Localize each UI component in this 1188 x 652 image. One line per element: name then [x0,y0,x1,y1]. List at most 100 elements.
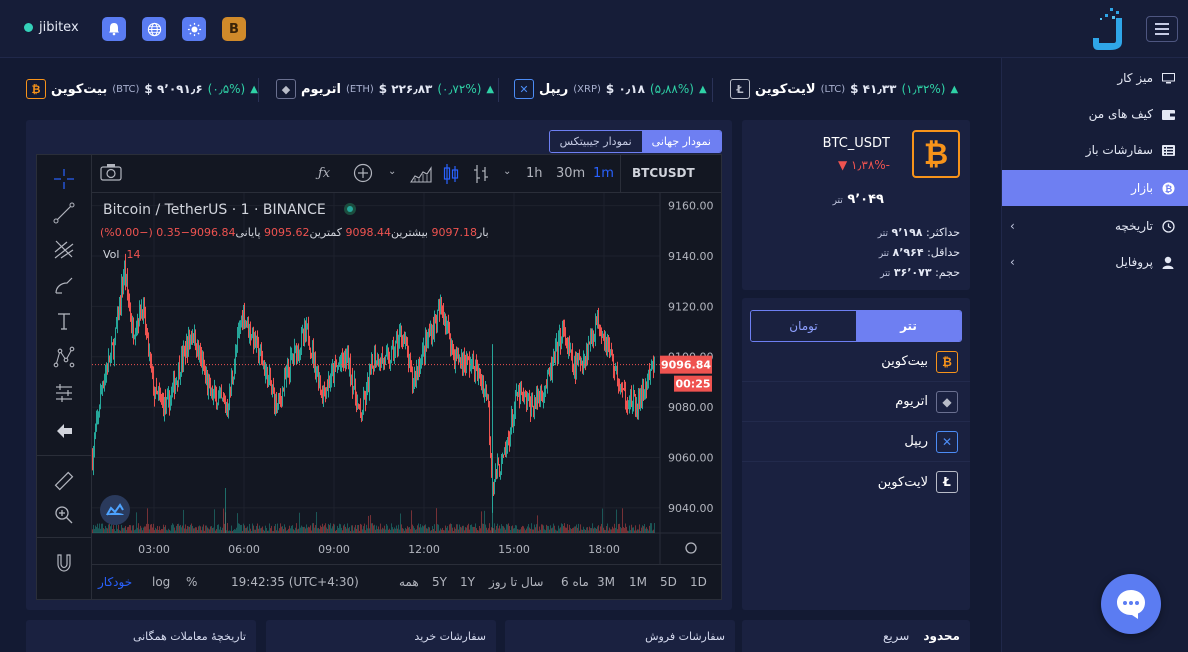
range-3m[interactable]: 3M [597,575,615,589]
interval-1m[interactable]: 1m [593,166,614,181]
compare-icon[interactable] [353,163,373,187]
symbol-search[interactable]: BTCUSDT [632,166,695,180]
tab-global-chart[interactable]: نمودار جهانی [641,131,721,152]
gear-icon[interactable] [685,542,697,554]
zoom-in-icon[interactable] [49,501,79,529]
volume-bar [260,528,261,533]
menu-toggle-button[interactable] [1146,16,1178,42]
clock-display[interactable]: 19:42:35 (UTC+4:30) [231,575,359,589]
volume-bar [537,515,538,533]
interval-1h[interactable]: 1h [526,166,543,181]
volume-bar [602,508,603,533]
range-1y[interactable]: 1Y [460,575,475,589]
crosshair-icon[interactable] [49,165,79,193]
trend-line-icon[interactable] [49,199,79,227]
volume-bar [433,528,434,533]
ticker-item-ltc[interactable]: Ł لایت‌کوین (LTC) $ ۴۱٫۳۳ (۱٫۳۲%) ▲ [730,78,958,100]
volume-bar [322,523,323,533]
range-6m[interactable]: 6 ماه [561,575,589,589]
volume-bar [102,523,103,533]
ticker-price: $ ۹٬۰۹۱٫۶ [144,82,203,96]
camera-icon[interactable] [100,163,122,185]
volume-bar [193,528,194,533]
tab-toman[interactable]: تومان [751,311,856,341]
tab-trade-history[interactable]: تاریخچهٔ معاملات همگانی [26,620,256,652]
tab-sell-orders[interactable]: سفارشات فروش [505,620,735,652]
bars-icon[interactable] [472,163,490,189]
log-scale-toggle[interactable]: log [152,575,170,589]
ticker-item-xrp[interactable]: ✕ ریپل (XRP) $ ۰٫۱۸ (۵٫۸۸%) ▲ [514,78,707,100]
arrow-left-icon[interactable] [49,417,79,445]
volume-bar [483,523,484,533]
brand[interactable]: jibitex [24,20,79,35]
ruler-icon[interactable] [49,467,79,495]
volume-bar [226,530,227,533]
price-chart[interactable]: 9160.009140.009120.009100.009080.009060.… [92,193,722,564]
indicators-icon[interactable]: ƒx [318,166,330,181]
bitcoin-b-icon[interactable]: B [222,17,246,41]
volume-bar [534,524,535,533]
sidebar-item-open-orders[interactable]: سفارشات باز [1002,132,1188,168]
range-1d[interactable]: 1D [690,575,707,589]
sidebar-item-history[interactable]: ‹ تاریخچه [1002,208,1188,244]
range-5d[interactable]: 5D [660,575,677,589]
volume-bar [95,525,96,533]
sidebar-item-market[interactable]: بازار ₿ [1002,170,1188,206]
ticker-change: (۰٫۷۲%) [437,82,482,96]
pitchfork-icon[interactable] [49,235,79,263]
tab-buy-orders[interactable]: سفارشات خرید [266,620,496,652]
quote-currency-toggle: تومان تتر [750,310,962,342]
candles-icon[interactable] [442,163,460,189]
range-1m[interactable]: 1M [629,575,647,589]
support-chat-button[interactable] [1101,574,1161,634]
ticker-change: (۱٫۳۲%) [901,82,946,96]
interval-30m[interactable]: 30m [556,166,585,181]
volume-bar [344,524,345,533]
jibitex-logo-icon[interactable] [1092,8,1126,50]
tradingview-logo-icon[interactable] [100,495,130,525]
tab-fast[interactable]: سریع [883,629,909,643]
percent-scale-toggle[interactable]: % [186,575,197,589]
ripple-icon: ✕ [514,79,534,99]
range-all[interactable]: همه [399,575,419,589]
area-chart-icon[interactable] [409,165,432,187]
auto-scale-toggle[interactable]: خودکار [98,575,132,589]
range-5y[interactable]: 5Y [432,575,447,589]
forecast-icon[interactable] [49,379,79,407]
range-ytd[interactable]: سال تا روز [489,575,543,589]
tab-limit[interactable]: محدود [923,629,960,643]
pattern-icon[interactable] [49,343,79,371]
sidebar-item-wallets[interactable]: کیف های من [1002,96,1188,132]
ticker-item-btc[interactable]: ₿ بیت‌کوین (BTC) $ ۹٬۰۹۱٫۶ (۰٫۵%) ▲ [26,78,258,100]
sun-icon[interactable] [182,17,206,41]
text-icon[interactable] [49,307,79,335]
sidebar-item-profile[interactable]: ‹ پروفایل [1002,244,1188,280]
ticker-item-eth[interactable]: ◆ اتریوم (ETH) $ ۲۲۶٫۸۳ (۰٫۷۲%) ▲ [276,78,494,100]
market-row-ltc[interactable]: لایت‌کوین Ł [742,462,970,502]
globe-icon[interactable] [142,17,166,41]
magnet-icon[interactable] [49,549,79,577]
brush-icon[interactable] [49,271,79,299]
chevron-down-icon[interactable]: ⌄ [388,166,396,177]
market-row-btc[interactable]: بیت‌کوین ₿ [742,342,970,382]
sidebar-item-desktop[interactable]: میز کار [1002,60,1188,96]
volume-bar [484,510,485,533]
volume-bar [525,530,526,533]
tab-local-chart[interactable]: نمودار جیبیتکس [549,131,642,152]
volume-bar [419,527,420,533]
chevron-down-icon[interactable]: ⌄ [503,166,511,177]
market-row-eth[interactable]: اتریوم ◆ [742,382,970,422]
volume-bar [188,526,189,533]
volume-bar [425,524,426,533]
volume-bar [141,527,142,533]
volume-bar [265,525,266,533]
volume-bar [378,526,379,533]
bell-icon[interactable] [102,17,126,41]
market-row-xrp[interactable]: ریپل ✕ [742,422,970,462]
volume-bar [150,524,151,533]
volume-bar [291,525,292,533]
volume-bar [561,523,562,533]
volume-bar [201,530,202,533]
tab-tether[interactable]: تتر [856,311,961,341]
volume-bar [360,523,361,533]
